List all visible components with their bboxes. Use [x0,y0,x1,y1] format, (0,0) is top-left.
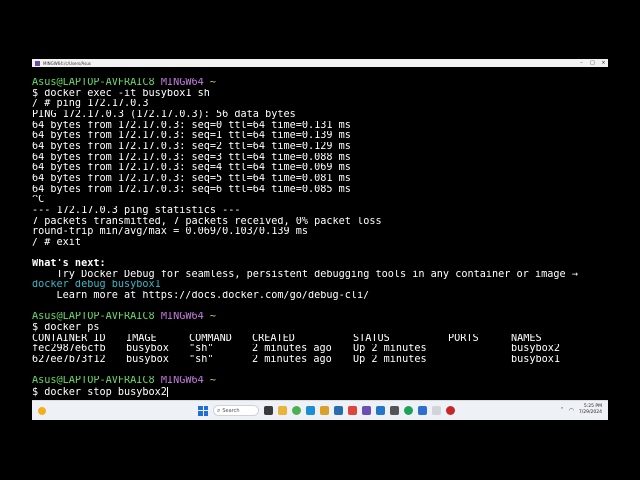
output-line: round-trip min/avg/max = 0.069/0.103/0.1… [32,227,309,238]
minimize-icon[interactable]: – [579,60,584,66]
output-line: --- 172.17.0.3 ping statistics --- [32,205,241,216]
app-icon[interactable] [418,406,427,415]
edge-icon[interactable] [306,406,315,415]
output-line: 64 bytes from 172.17.0.3: seq=0 ttl=64 t… [32,120,351,131]
output-line: 64 bytes from 172.17.0.3: seq=5 ttl=64 t… [32,173,351,184]
hint-command: docker debug busybox1 [32,280,161,291]
prompt-user: Asus@LAPTOP-AVFRAIC8 [32,312,155,323]
output-line: 64 bytes from 172.17.0.3: seq=6 ttl=64 t… [32,184,351,195]
terminal-output[interactable]: Asus@LAPTOP-AVFRAIC8 MINGW64 ~ $ docker … [32,67,608,400]
windows-start-icon[interactable] [198,405,208,416]
ps-header-cell: CONTAINER ID [32,333,106,344]
spotify-icon[interactable] [404,406,413,415]
prompt-line: Asus@LAPTOP-AVFRAIC8 MINGW64 ~ [32,312,608,323]
command-line: / # exit [32,237,82,248]
system-tray: ˄ ◠ 5:25 PM 7/29/2024 [561,404,602,416]
terminal-icon[interactable] [362,406,371,415]
ps-cell: Up 2 minutes [353,355,427,366]
prompt-user: Asus@LAPTOP-AVFRAIC8 [32,78,155,88]
app-icon[interactable] [446,406,455,415]
vscode-icon[interactable] [376,406,385,415]
maximize-icon[interactable]: □ [590,60,595,66]
ps-cell: "sh" [189,355,214,366]
wifi-icon[interactable]: ◠ [569,407,574,414]
window-title: MINGW64:/c/Users/Asus [43,60,91,66]
current-input-line[interactable]: $ docker stop busybox2 [32,387,608,398]
whats-next-heading: What's next: [32,259,106,270]
store-icon[interactable] [320,406,329,415]
app-icon[interactable] [390,406,399,415]
ps-header-cell: NAMES [511,333,542,344]
prompt-path: ~ [209,78,217,88]
command-line: $ docker exec -it busybox1 sh [32,88,210,99]
table-row: 627ee7b73f12 busybox "sh" 2 minutes ago … [32,355,608,366]
ps-cell: fec2987e6cfb [32,344,106,355]
ps-header-cell: PORTS [448,333,479,344]
output-line: PING 172.17.0.3 (172.17.0.3): 56 data by… [32,109,296,120]
command-line: $ docker ps [32,323,100,334]
ps-header-row: CONTAINER ID IMAGE COMMAND CREATED STATU… [32,334,608,345]
prompt-path: ~ [209,376,217,387]
ps-header-cell: STATUS [353,333,390,344]
taskbar-search[interactable]: ⌕ Search [213,405,259,416]
clock-date: 7/29/2024 [578,410,602,415]
weather-icon[interactable] [36,405,48,417]
ps-cell [448,355,511,366]
ps-cell: 627ee7b73f12 [32,355,106,366]
output-line: 64 bytes from 172.17.0.3: seq=1 ttl=64 t… [32,131,351,142]
prompt-line: Asus@LAPTOP-AVFRAIC8 MINGW64 ~ [32,78,608,89]
hint-line: Try Docker Debug for seamless, persisten… [32,269,578,280]
chevron-up-icon[interactable]: ˄ [561,407,564,414]
output-line: 64 bytes from 172.17.0.3: seq=4 ttl=64 t… [32,163,351,174]
file-explorer-icon[interactable] [278,406,287,415]
ps-cell: 2 minutes ago [252,355,332,366]
table-row: fec2987e6cfb busybox "sh" 2 minutes ago … [32,344,608,355]
output-line: 7 packets transmitted, 7 packets receive… [32,216,382,227]
command-line: / # ping 172.17.0.3 [32,99,149,110]
prompt-user: Asus@LAPTOP-AVFRAIC8 [32,376,155,387]
window-controls: – □ × [579,59,606,67]
current-input: $ docker stop busybox2 [32,387,167,398]
prompt-shell: MINGW64 [160,78,204,88]
text-cursor [166,387,168,398]
output-line: 64 bytes from 172.17.0.3: seq=2 ttl=64 t… [32,141,351,152]
output-line: ^C [32,195,45,206]
learn-more-line: Learn more at https://docs.docker.com/go… [32,291,370,302]
ps-cell: busybox1 [511,355,561,366]
docker-icon[interactable] [334,406,343,415]
terminal-app-icon [35,60,40,66]
ps-cell: busybox [126,344,169,355]
ps-cell: Up 2 minutes [353,344,427,355]
output-line: 64 bytes from 172.17.0.3: seq=3 ttl=64 t… [32,152,351,163]
prompt-shell: MINGW64 [160,376,204,387]
ps-header-cell: CREATED [252,333,295,344]
taskbar-clock[interactable]: 5:25 PM 7/29/2024 [579,404,602,416]
taskbar: ⌕ Search ˄ ◠ 5:25 PM 7/29/2024 [32,400,608,420]
task-view-icon[interactable] [264,406,273,415]
window-titlebar[interactable]: MINGW64:/c/Users/Asus – □ × [32,59,608,67]
ps-cell: busybox2 [511,344,561,355]
ps-cell: 2 minutes ago [252,344,332,355]
ps-cell: "sh" [189,344,214,355]
chrome-icon[interactable] [292,406,301,415]
prompt-line: Asus@LAPTOP-AVFRAIC8 MINGW64 ~ [32,376,608,387]
desktop-screen: MINGW64:/c/Users/Asus – □ × Asus@LAPTOP-… [32,59,608,420]
prompt-path: ~ [209,312,217,323]
ps-header-cell: IMAGE [126,333,157,344]
prompt-shell: MINGW64 [160,312,204,323]
search-icon: ⌕ [217,406,221,414]
brave-icon[interactable] [348,406,357,415]
search-placeholder: Search [222,407,240,414]
close-icon[interactable]: × [601,60,606,66]
ps-cell [448,344,511,355]
ps-cell: busybox [126,355,169,366]
taskbar-apps: ⌕ Search [198,405,455,416]
app-icon[interactable] [432,406,441,415]
ps-header-cell: COMMAND [189,333,232,344]
